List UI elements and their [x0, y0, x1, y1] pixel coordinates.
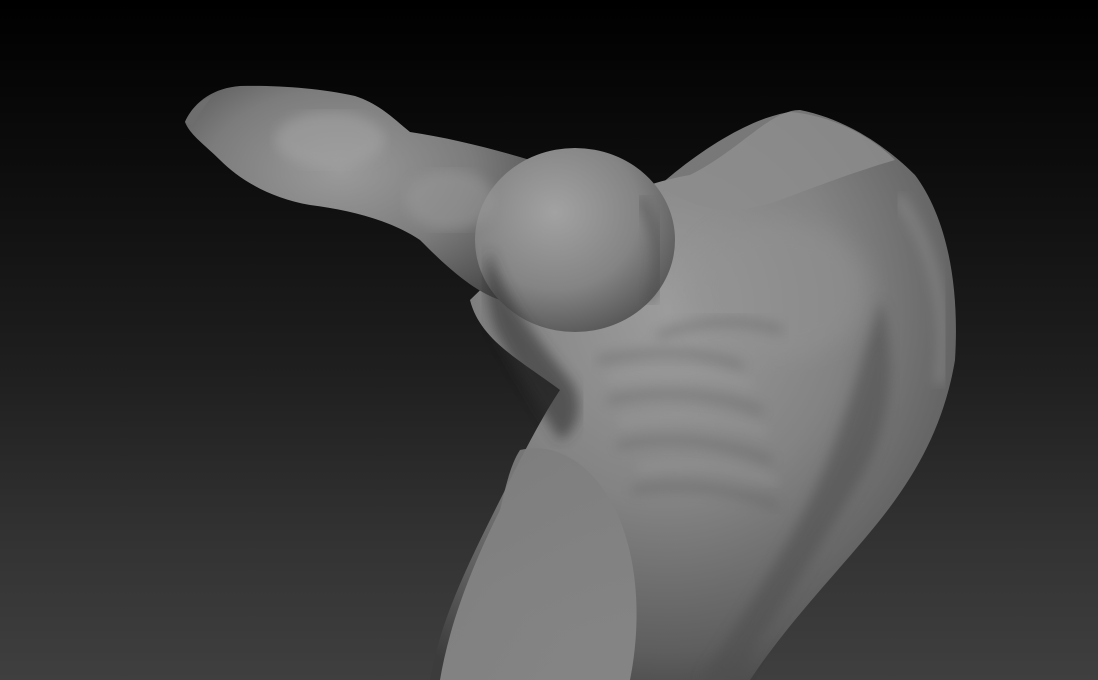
forearm-highlight [275, 112, 385, 168]
bicep-highlight [405, 170, 495, 230]
sculpted-torso-model [185, 85, 956, 680]
viewport-canvas[interactable] [0, 0, 1098, 680]
scapula-area [690, 220, 870, 360]
